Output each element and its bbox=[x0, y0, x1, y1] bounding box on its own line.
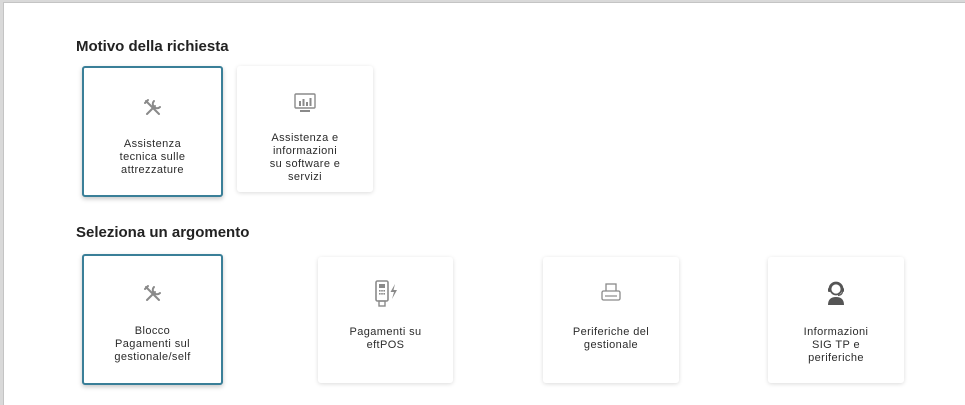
option-blocco-pagamenti[interactable]: Blocco Pagamenti sul gestionale/self bbox=[82, 254, 223, 385]
option-informazioni-sig[interactable]: Informazioni SIG TP e periferiche bbox=[768, 257, 904, 383]
section-title-motivo: Motivo della richiesta bbox=[76, 38, 229, 55]
option-label: Periferiche del gestionale bbox=[572, 326, 650, 351]
option-label: Blocco Pagamenti sul gestionale/self bbox=[114, 325, 191, 363]
tools-icon bbox=[84, 280, 221, 308]
option-label: Informazioni SIG TP e periferiche bbox=[803, 326, 869, 364]
option-periferiche-gestionale[interactable]: Periferiche del gestionale bbox=[543, 257, 679, 383]
printer-icon bbox=[543, 279, 679, 307]
option-pagamenti-eftpos[interactable]: Pagamenti su eftPOS bbox=[318, 257, 453, 383]
option-label: Assistenza tecnica sulle attrezzature bbox=[119, 138, 186, 176]
option-label: Pagamenti su eftPOS bbox=[349, 326, 422, 351]
option-assistenza-informazioni[interactable]: Assistenza e informazioni su software e … bbox=[237, 66, 373, 192]
section-title-argomento: Seleziona un argomento bbox=[76, 224, 250, 241]
pos-terminal-icon bbox=[318, 279, 453, 307]
tools-icon bbox=[84, 94, 221, 122]
content-panel: Motivo della richiesta Assistenza tecnic… bbox=[0, 0, 965, 405]
monitor-chart-icon bbox=[237, 89, 373, 117]
option-assistenza-tecnica[interactable]: Assistenza tecnica sulle attrezzature bbox=[82, 66, 223, 197]
option-label: Assistenza e informazioni su software e … bbox=[269, 132, 341, 183]
support-agent-icon bbox=[768, 279, 904, 307]
